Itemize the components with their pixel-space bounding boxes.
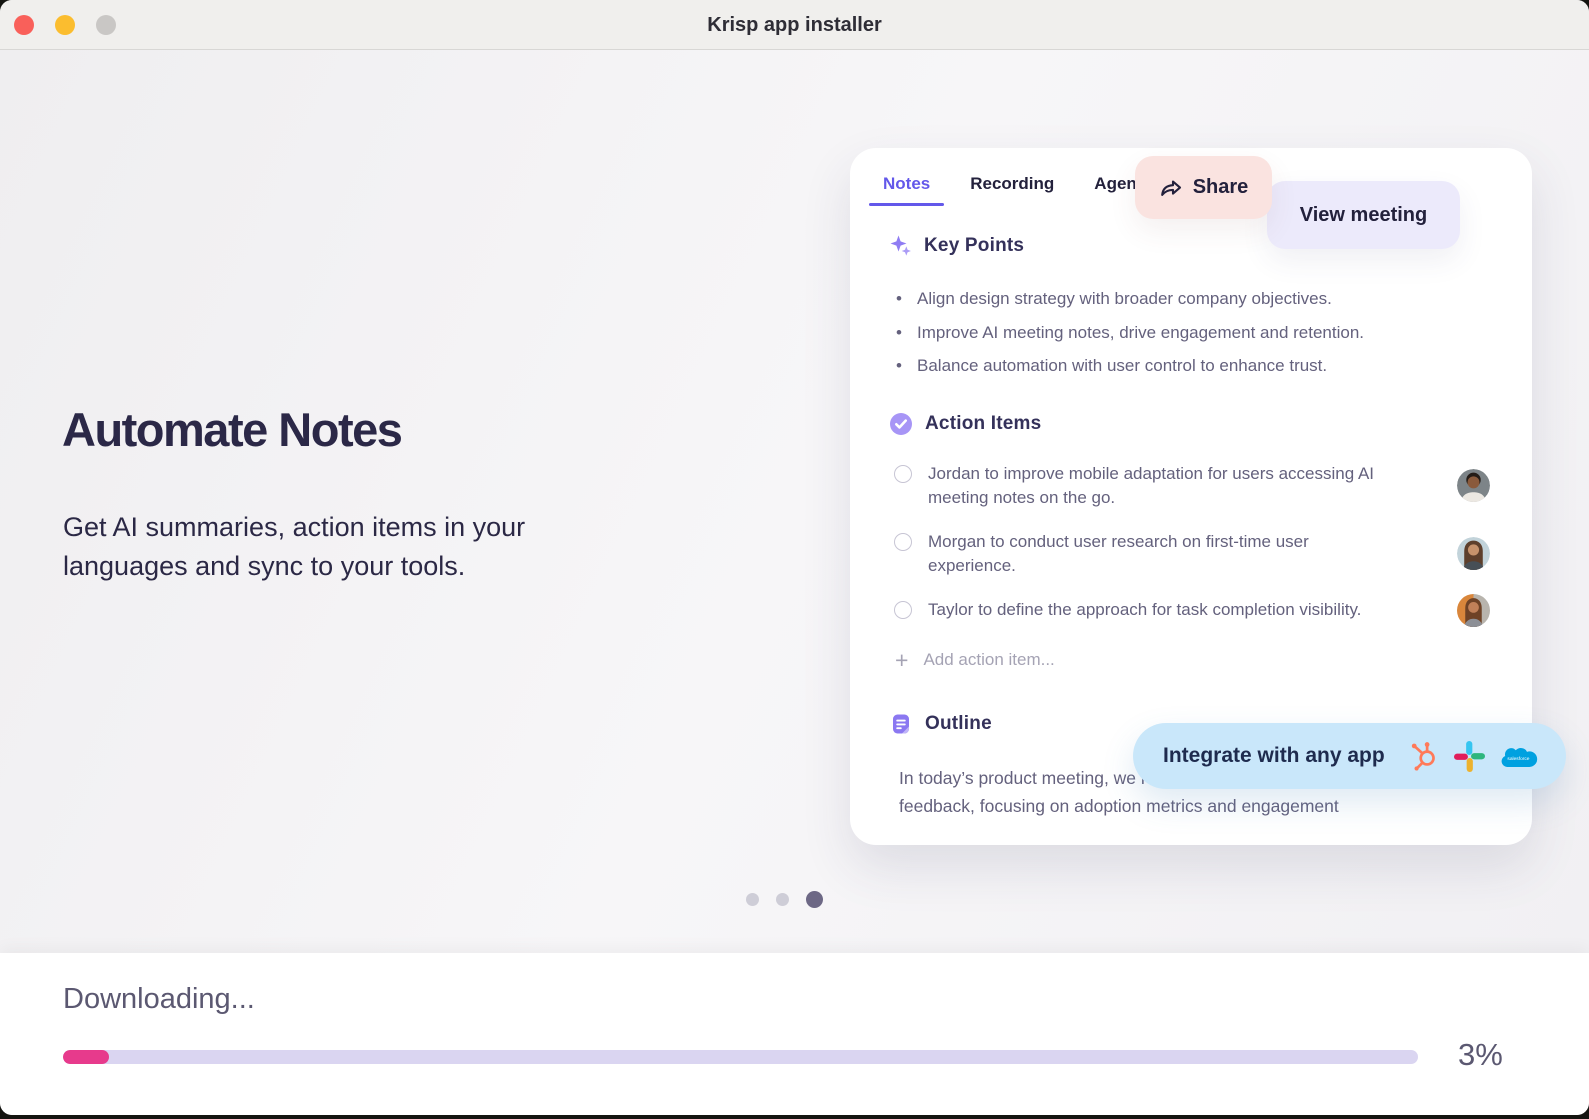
svg-text:salesforce: salesforce [1507, 755, 1529, 761]
window-title: Krisp app installer [0, 0, 1589, 50]
action-item-checkbox[interactable] [894, 465, 912, 483]
download-status: Downloading... [63, 983, 255, 1016]
key-points-title: Key Points [924, 235, 1024, 257]
carousel-dot-1[interactable] [746, 893, 759, 906]
carousel-dot-3[interactable] [806, 891, 823, 908]
progress-percent: 3% [1458, 1037, 1503, 1073]
view-meeting-button[interactable]: View meeting [1267, 181, 1460, 249]
action-item-text: Morgan to conduct user research on first… [928, 530, 1390, 577]
plus-icon: + [895, 649, 908, 671]
avatar [1457, 537, 1490, 570]
add-action-item-button[interactable]: + Add action item... [895, 649, 1055, 671]
page-title: Automate Notes [62, 402, 401, 457]
outline-header: Outline [889, 712, 992, 736]
page-description: Get AI summaries, action items in your l… [63, 508, 603, 586]
share-button[interactable]: Share [1135, 156, 1272, 219]
view-meeting-label: View meeting [1300, 204, 1427, 227]
integrate-banner: Integrate with any app [1133, 723, 1566, 789]
tab-recording[interactable]: Recording [968, 174, 1056, 206]
key-point-item: Align design strategy with broader compa… [896, 282, 1364, 316]
card-tabs: Notes Recording Agenda [881, 174, 1159, 206]
sparkles-icon [889, 234, 912, 257]
add-action-item-label: Add action item... [923, 650, 1054, 670]
carousel-dots [746, 891, 823, 908]
salesforce-icon: salesforce [1500, 743, 1538, 770]
hubspot-icon [1408, 741, 1439, 772]
titlebar: Krisp app installer [0, 0, 1589, 50]
onboarding-slide: Automate Notes Get AI summaries, action … [0, 50, 1589, 953]
document-icon [889, 712, 913, 736]
avatar [1457, 469, 1490, 502]
slack-icon [1454, 741, 1485, 772]
installer-window: Krisp app installer Automate Notes Get A… [0, 0, 1589, 1115]
action-item-row: Jordan to improve mobile adaptation for … [894, 462, 1490, 509]
avatar [1457, 594, 1490, 627]
check-circle-icon [889, 412, 913, 436]
carousel-dot-2[interactable] [776, 893, 789, 906]
action-items-header: Action Items [889, 412, 1041, 436]
key-points-list: Align design strategy with broader compa… [896, 282, 1364, 383]
key-points-header: Key Points [889, 234, 1024, 257]
action-item-text: Jordan to improve mobile adaptation for … [928, 462, 1390, 509]
action-item-text: Taylor to define the approach for task c… [928, 598, 1361, 622]
share-arrow-icon [1159, 176, 1183, 200]
integrate-label: Integrate with any app [1163, 744, 1385, 768]
action-items-title: Action Items [925, 413, 1041, 435]
action-item-checkbox[interactable] [894, 601, 912, 619]
action-item-checkbox[interactable] [894, 533, 912, 551]
key-point-item: Improve AI meeting notes, drive engageme… [896, 316, 1364, 350]
action-item-row: Morgan to conduct user research on first… [894, 530, 1490, 577]
outline-title: Outline [925, 713, 992, 735]
share-label: Share [1193, 176, 1249, 199]
download-footer: Downloading... 3% [0, 953, 1589, 1115]
action-items-list: Jordan to improve mobile adaptation for … [894, 462, 1490, 627]
key-point-item: Balance automation with user control to … [896, 349, 1364, 383]
tab-notes[interactable]: Notes [881, 174, 932, 206]
action-item-row: Taylor to define the approach for task c… [894, 598, 1490, 627]
progress-bar [63, 1050, 1418, 1064]
progress-fill [63, 1050, 109, 1064]
